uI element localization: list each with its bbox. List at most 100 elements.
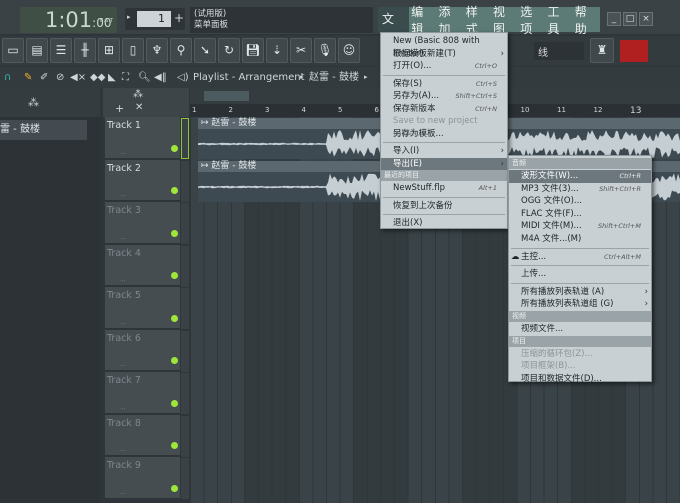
menu-item[interactable]: 项目和数据文件(D)... [509, 373, 651, 386]
menu-item[interactable]: 保存新版本 Ctrl+N [381, 103, 507, 116]
track-header[interactable]: Track 5... [105, 287, 180, 329]
playlist-icon[interactable]: ☰ [50, 38, 72, 63]
undo-icon[interactable]: ↻ [218, 38, 240, 63]
playlist-pattern-name[interactable]: 赵雷 - 鼓楼 [309, 67, 359, 88]
track-enable-led[interactable] [171, 145, 178, 152]
track-header[interactable]: Track 2... [105, 160, 180, 202]
menu-item[interactable]: FLAC 文件(F)... [509, 208, 651, 221]
menu-item[interactable]: OGG 文件(O)... [509, 195, 651, 208]
cut-icon[interactable]: ✕ [135, 102, 143, 113]
menu-item[interactable]: 打开(O)... Ctrl+O [381, 60, 507, 73]
track-options[interactable]: ... [119, 403, 126, 411]
channel-rack-icon[interactable]: ▭ [2, 38, 24, 63]
menu-6[interactable]: 工具 [546, 3, 573, 37]
save-icon[interactable]: 💾︎ [242, 38, 264, 63]
menu-7[interactable]: 帮助 [573, 3, 600, 37]
track-options[interactable]: ... [119, 360, 126, 368]
track-enable-led[interactable] [171, 442, 178, 449]
track-enable-led[interactable] [171, 230, 178, 237]
track-enable-led[interactable] [171, 357, 178, 364]
scrollbar-thumb[interactable] [204, 91, 249, 101]
track-enable-led[interactable] [171, 187, 178, 194]
browser-icon[interactable]: ⊞ [98, 38, 120, 63]
close-button[interactable]: × [639, 12, 653, 26]
track-selector[interactable] [181, 416, 189, 457]
track-enable-led[interactable] [171, 400, 178, 407]
menu-item[interactable]: 波形文件(W)... Ctrl+R [509, 170, 651, 183]
mute-icon[interactable]: ◀× [70, 67, 86, 88]
menu-5[interactable]: 选项 [518, 3, 545, 37]
slip-icon[interactable]: ◆◆ [90, 67, 105, 88]
track-enable-led[interactable] [171, 272, 178, 279]
menu-item[interactable]: MP3 文件(3)... Shift+Ctrl+R [509, 183, 651, 196]
track-header[interactable]: Track 3... [105, 202, 180, 244]
track-options[interactable]: ... [119, 275, 126, 283]
pattern-arrow-icon[interactable]: ▸ [127, 13, 131, 21]
track-enable-led[interactable] [171, 485, 178, 492]
minimize-button[interactable]: _ [607, 12, 621, 26]
piano-roll-icon[interactable]: ▤ [26, 38, 48, 63]
render-icon[interactable]: ⇣ [266, 38, 288, 63]
zoom-icon[interactable]: 🔍︎ [138, 67, 151, 88]
chat-icon[interactable]: ☺ [338, 38, 360, 63]
mixer-icon[interactable]: ╫ [74, 38, 96, 63]
snap-selector[interactable]: 线 [534, 42, 584, 60]
menu-item[interactable]: 另存为模板... [381, 128, 507, 141]
pattern-selector[interactable]: ▸ 1 + [125, 8, 185, 30]
master-volume-knob-icon[interactable]: ♜ [590, 38, 614, 63]
maximize-button[interactable]: □ [623, 12, 637, 26]
track-options[interactable]: ... [119, 190, 126, 198]
time-display[interactable]: 1:01:00 B:S:T [20, 7, 117, 33]
menu-item[interactable]: 导出(E) › [381, 158, 507, 171]
menu-item[interactable]: 恢复到上次备份 [381, 200, 507, 213]
menu-item[interactable]: ☁ 主控... Ctrl+Alt+M [509, 251, 651, 264]
menu-item[interactable]: 视频文件... [509, 323, 651, 336]
menu-item[interactable]: New (Basic 808 with limiter) [381, 35, 507, 48]
browser-item[interactable]: 雷 - 鼓楼 [0, 120, 87, 140]
pencil-icon[interactable]: ✎ [24, 67, 32, 88]
menu-item[interactable]: MIDI 文件(M)... Shift+Ctrl+M [509, 220, 651, 233]
track-selector[interactable] [181, 161, 189, 202]
track-options[interactable]: ... [119, 488, 126, 496]
menu-item[interactable]: 保存(S) Ctrl+S [381, 78, 507, 91]
menu-item[interactable]: 根据模板新建(T) › [381, 48, 507, 61]
track-enable-led[interactable] [171, 315, 178, 322]
track-header[interactable]: Track 9... [105, 457, 180, 499]
pattern-number[interactable]: 1 [137, 11, 171, 27]
menu-item[interactable]: 所有播放列表轨道组 (G) › [509, 298, 651, 311]
track-header[interactable]: Track 4... [105, 245, 180, 287]
mic-icon[interactable]: 🎙︎ [314, 38, 336, 63]
track-options[interactable]: ... [119, 445, 126, 453]
track-selector[interactable] [181, 246, 189, 287]
menu-item[interactable]: 所有播放列表轨道 (A) › [509, 286, 651, 299]
menu-0[interactable]: 文件 [378, 7, 409, 32]
brush-icon[interactable]: ✐ [40, 67, 48, 88]
track-selector[interactable] [181, 288, 189, 329]
menu-item[interactable]: 另存为(A)... Shift+Ctrl+S [381, 90, 507, 103]
add-pattern-button[interactable]: + [174, 11, 184, 25]
menu-item[interactable]: 上传... [509, 268, 651, 281]
plugin-icon[interactable]: ♆ [146, 38, 168, 63]
add-track-button[interactable]: + [115, 102, 124, 115]
file-icon[interactable]: ▯ [122, 38, 144, 63]
cut-icon[interactable]: ✂ [290, 38, 312, 63]
track-header[interactable]: Track 8... [105, 415, 180, 457]
slice-icon[interactable]: ◣ [108, 67, 116, 88]
menu-item[interactable]: M4A 文件...(M) [509, 233, 651, 246]
waveform-icon[interactable]: ⁂ [28, 96, 39, 109]
track-options[interactable]: ... [119, 318, 126, 326]
menu-item[interactable]: 退出(X) [381, 217, 507, 230]
select-icon[interactable]: ⛶ [122, 67, 129, 88]
link-icon[interactable]: ➘ [194, 38, 216, 63]
track-selector[interactable] [181, 331, 189, 372]
menu-item[interactable]: 导入(I) › [381, 145, 507, 158]
picker-icon[interactable]: ⚲ [170, 38, 192, 63]
track-options[interactable]: ... [119, 148, 126, 156]
track-selector[interactable] [181, 458, 189, 499]
track-selector[interactable] [181, 203, 189, 244]
magnet-icon[interactable]: ∩ [4, 67, 11, 88]
track-selector[interactable] [181, 373, 189, 414]
delete-icon[interactable]: ⊘ [56, 67, 64, 88]
track-header[interactable]: Track 6... [105, 330, 180, 372]
track-header[interactable]: Track 7... [105, 372, 180, 414]
